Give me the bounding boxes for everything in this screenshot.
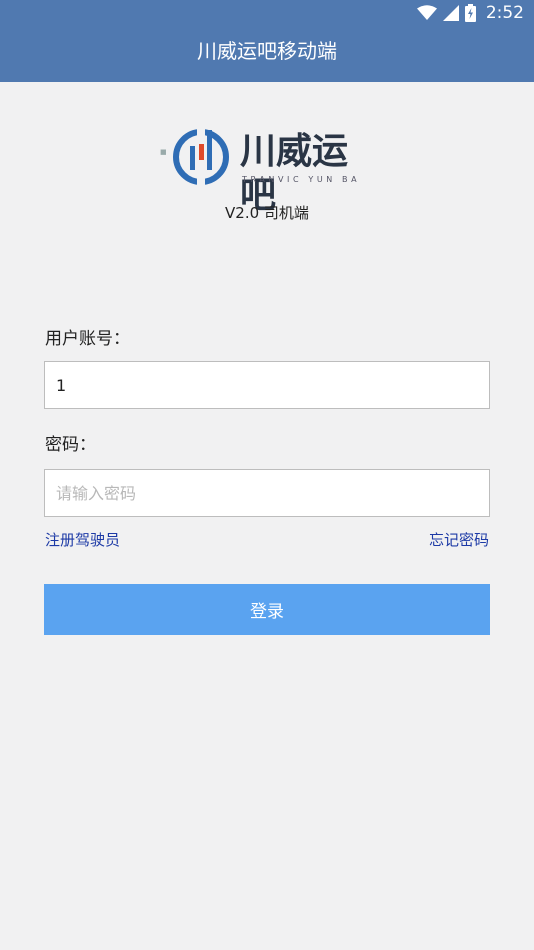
brand-subtitle: TRANVIC YUN BA <box>242 175 361 184</box>
login-button[interactable]: 登录 <box>44 584 490 635</box>
username-input[interactable] <box>44 361 490 409</box>
password-input[interactable] <box>44 469 490 517</box>
password-label: 密码： <box>45 435 96 455</box>
app-title: 川威运吧移动端 <box>197 39 337 63</box>
app-bar: 2:52 川威运吧移动端 <box>0 0 534 82</box>
register-driver-link[interactable]: 注册驾驶员 <box>45 529 120 551</box>
logo-emblem-icon <box>173 126 229 188</box>
wifi-icon <box>416 5 437 21</box>
battery-charging-icon <box>464 4 476 22</box>
forgot-password-link[interactable]: 忘记密码 <box>429 529 489 551</box>
status-time: 2:52 <box>485 2 524 23</box>
status-bar: 2:52 <box>0 0 534 26</box>
version-label: V2.0 司机端 <box>225 204 309 222</box>
cell-signal-icon <box>442 5 459 21</box>
username-label: 用户账号： <box>45 329 130 349</box>
brand-logo: ■ 川威运吧 TRANVIC YUN BA <box>160 124 370 216</box>
